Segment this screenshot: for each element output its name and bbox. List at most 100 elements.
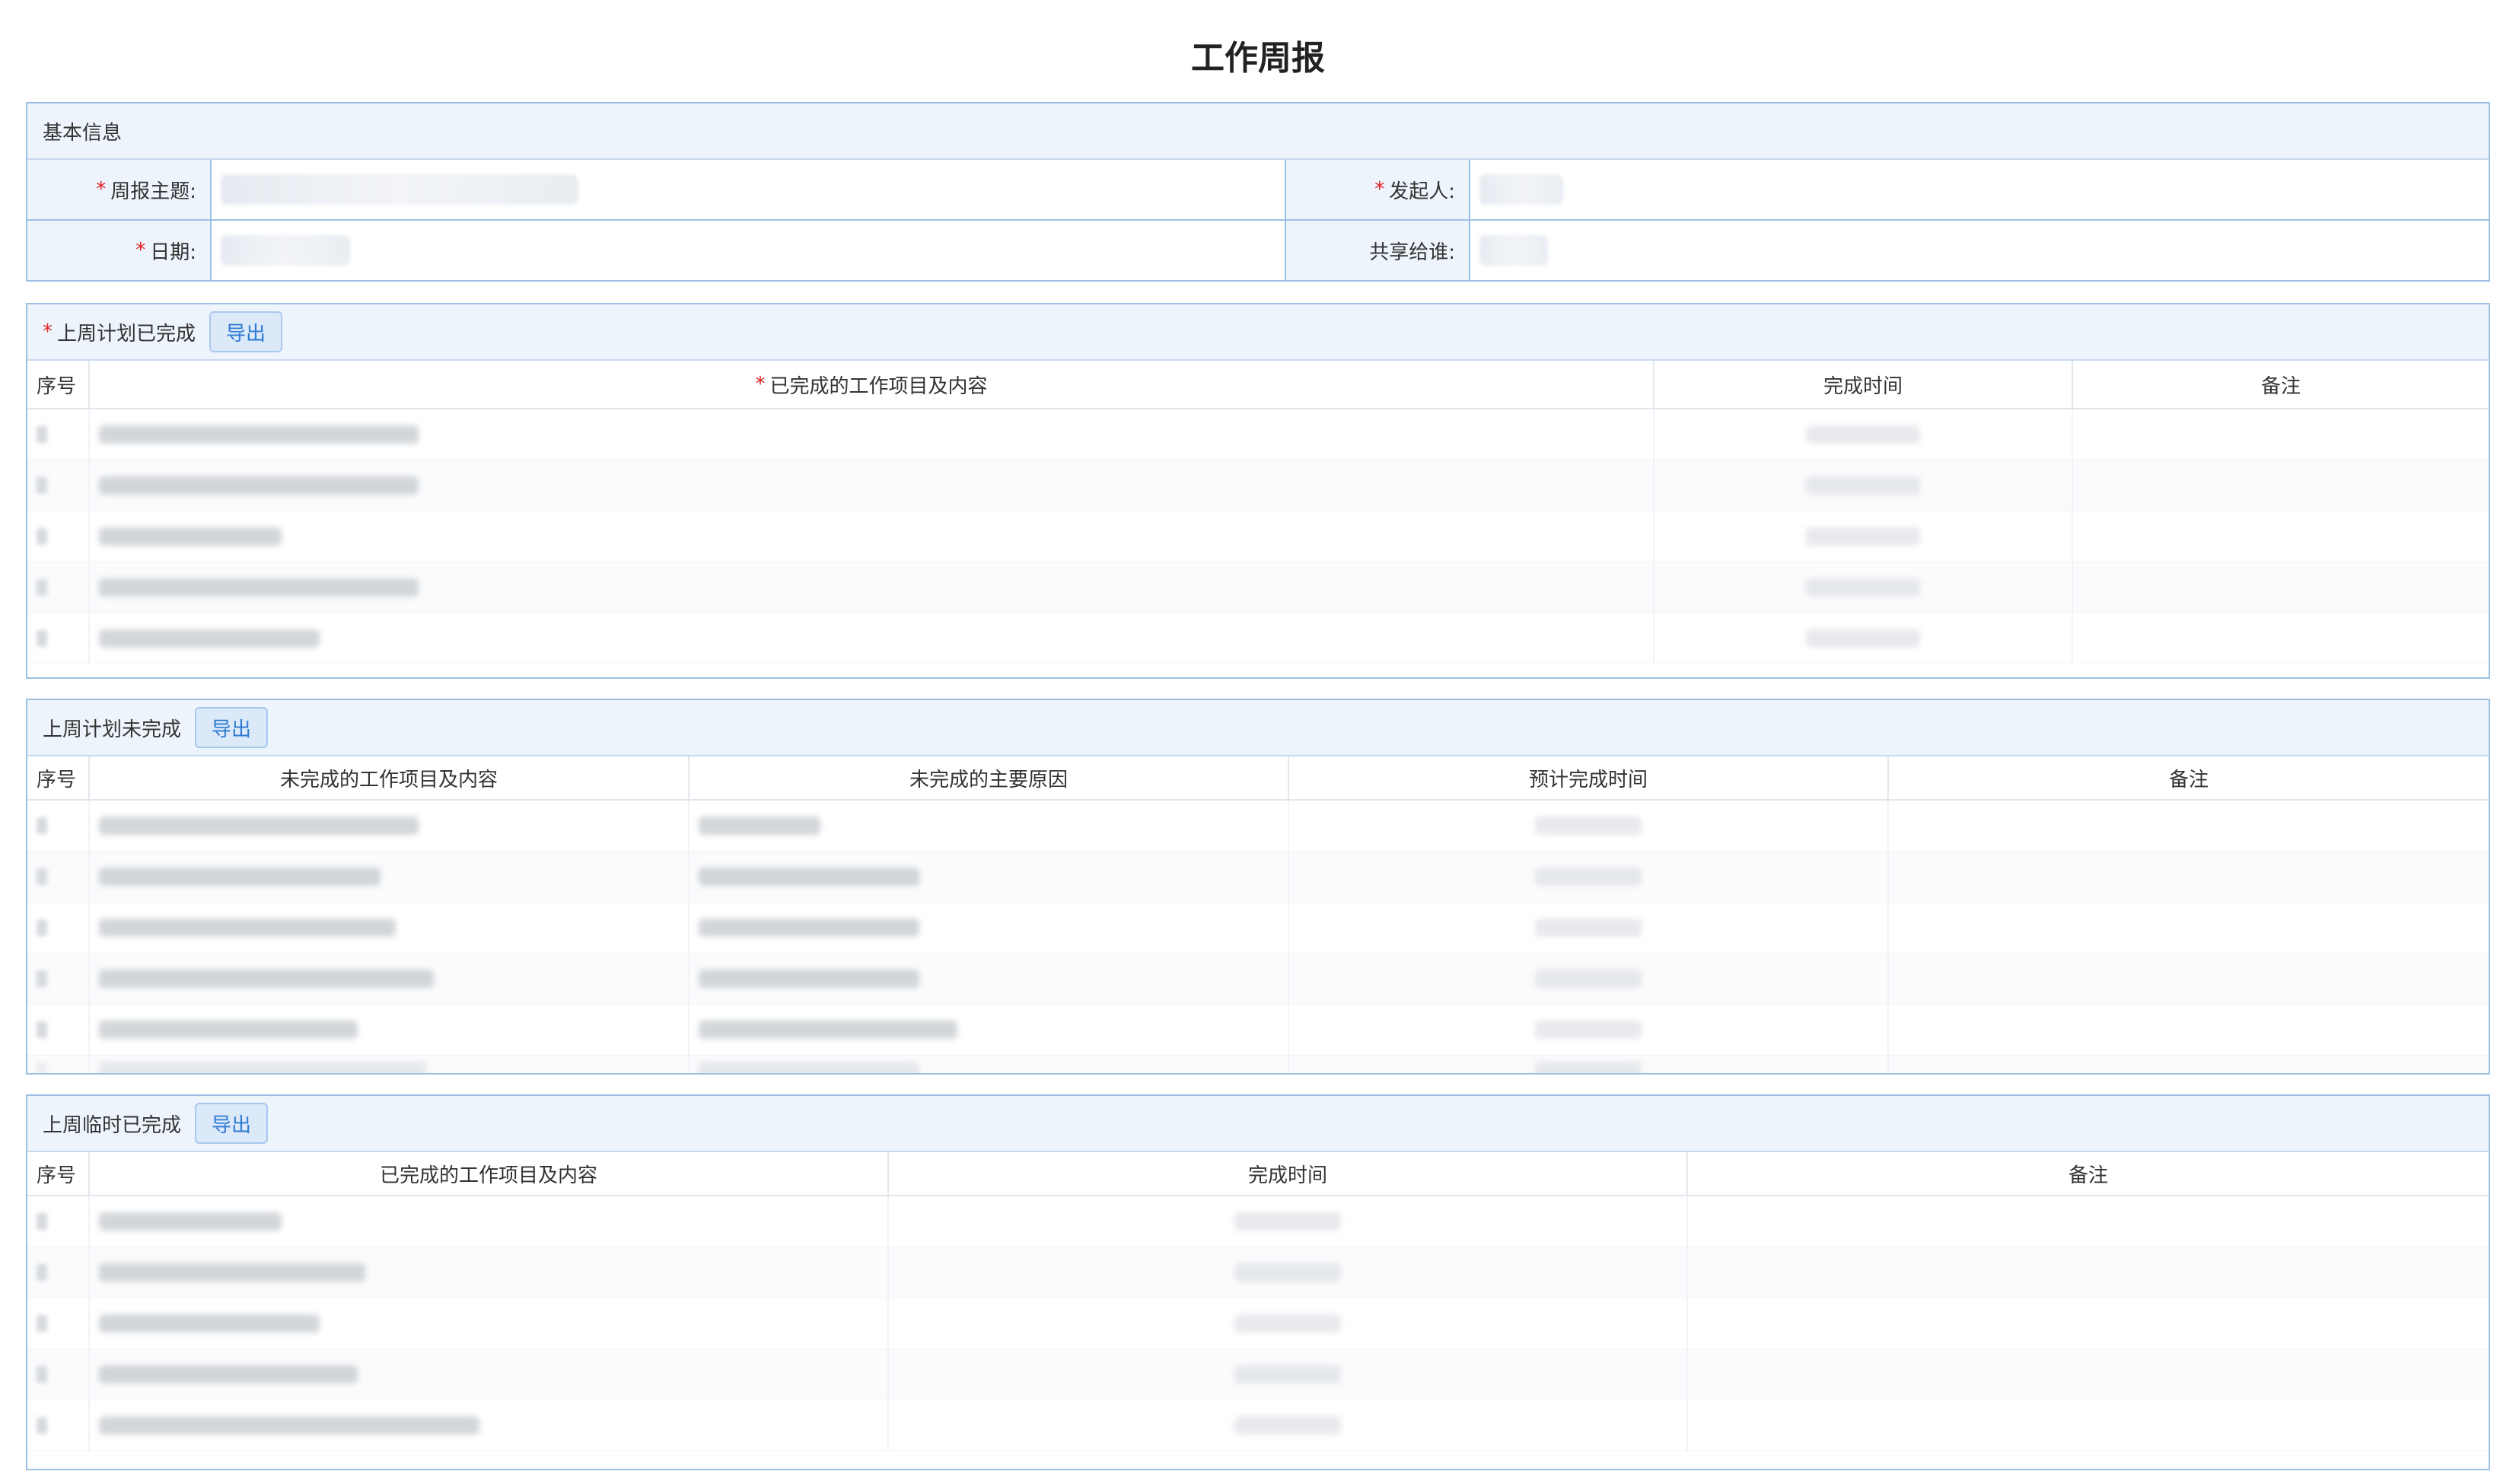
planned-undone-panel: 上周计划未完成 导出 序号 未完成的工作项目及内容 未完成的主要原因 预计完成时… — [26, 699, 2490, 1075]
temp-done-panel: 上周临时已完成 导出 序号 已完成的工作项目及内容 完成时间 备注 — [26, 1094, 2490, 1470]
row-notes — [1688, 1298, 2489, 1349]
col-index: 序号 — [27, 756, 90, 799]
row-content — [90, 1005, 690, 1055]
row-content — [90, 1196, 889, 1247]
table-row — [27, 409, 2489, 460]
row-time — [1655, 613, 2073, 664]
date-label: * 日期: — [27, 221, 212, 280]
row-reason — [690, 1005, 1289, 1055]
col-notes: 备注 — [2260, 374, 2301, 398]
row-notes — [2073, 409, 2489, 460]
row-notes — [1688, 1247, 2489, 1298]
topic-field[interactable] — [212, 160, 1286, 219]
row-time — [1289, 903, 1889, 953]
row-index — [27, 511, 90, 562]
col-index: 序号 — [27, 361, 90, 408]
row-time — [1655, 562, 2073, 613]
date-field[interactable] — [212, 221, 1286, 280]
col-expected-time: 预计完成时间 — [1289, 756, 1889, 799]
col-notes: 备注 — [2068, 1164, 2108, 1187]
row-index — [27, 460, 90, 511]
col-index: 序号 — [27, 1152, 90, 1195]
table-row — [27, 903, 2489, 954]
row-time — [889, 1349, 1688, 1400]
table-header: 序号 未完成的工作项目及内容 未完成的主要原因 预计完成时间 备注 — [27, 756, 2489, 801]
row-content — [90, 1400, 889, 1451]
row-index — [27, 1005, 90, 1055]
row-time — [1655, 409, 2073, 460]
table-row — [27, 460, 2489, 511]
table-row — [27, 562, 2489, 613]
row-notes — [1889, 903, 2489, 953]
row-time — [1289, 1005, 1889, 1055]
row-notes — [1889, 954, 2489, 1004]
row-content — [90, 1298, 889, 1349]
table-row — [27, 1349, 2489, 1400]
row-time — [1289, 852, 1889, 902]
col-undone-reason: 未完成的主要原因 — [690, 756, 1289, 799]
row-reason — [690, 1056, 1289, 1073]
row-index — [27, 409, 90, 460]
info-row-2: * 日期: 共享给谁: — [27, 221, 2489, 280]
row-index — [27, 1349, 90, 1400]
col-completed-items: * 已完成的工作项目及内容 — [90, 361, 1655, 408]
export-button[interactable]: 导出 — [195, 707, 269, 748]
row-notes — [1688, 1196, 2489, 1247]
row-content — [90, 1056, 690, 1073]
table-row — [27, 954, 2489, 1005]
row-content — [90, 613, 1655, 664]
row-time — [1655, 460, 2073, 511]
row-content — [90, 852, 690, 902]
table-row — [27, 1400, 2489, 1451]
basic-info-panel: 基本信息 * 周报主题: * 发起人: * 日期: 共享给谁: — [26, 102, 2490, 282]
row-index — [27, 1056, 90, 1073]
col-completed-items: 已完成的工作项目及内容 — [90, 1152, 889, 1195]
row-notes — [2073, 613, 2489, 664]
required-mark: * — [135, 239, 146, 262]
share-field[interactable] — [1470, 221, 2489, 280]
row-content — [90, 460, 1655, 511]
row-time — [889, 1400, 1688, 1451]
date-value-redacted — [221, 235, 350, 266]
row-content — [90, 1349, 889, 1400]
planned-done-header: * 上周计划已完成 导出 — [27, 304, 2489, 361]
row-index — [27, 1247, 90, 1298]
export-button[interactable]: 导出 — [209, 311, 283, 352]
row-notes — [1889, 801, 2489, 851]
row-index — [27, 1400, 90, 1451]
row-notes — [2073, 562, 2489, 613]
row-time — [889, 1196, 1688, 1247]
row-content — [90, 562, 1655, 613]
row-index — [27, 613, 90, 664]
table-row — [27, 613, 2489, 664]
row-time — [1655, 511, 2073, 562]
row-content — [90, 954, 690, 1004]
col-undone-items: 未完成的工作项目及内容 — [90, 756, 690, 799]
row-content — [90, 1247, 889, 1298]
temp-done-title: 上周临时已完成 — [43, 1113, 182, 1137]
col-completed-time: 完成时间 — [1655, 361, 2073, 408]
table-row — [27, 511, 2489, 562]
table-header: 序号 * 已完成的工作项目及内容 完成时间 备注 — [27, 361, 2489, 409]
share-value-redacted — [1479, 235, 1548, 266]
planned-undone-title: 上周计划未完成 — [43, 718, 182, 741]
row-content — [90, 409, 1655, 460]
row-index — [27, 562, 90, 613]
info-row-1: * 周报主题: * 发起人: — [27, 160, 2489, 221]
row-notes — [1688, 1349, 2489, 1400]
row-index — [27, 954, 90, 1004]
export-button[interactable]: 导出 — [195, 1103, 269, 1144]
topic-value-redacted — [221, 174, 578, 205]
row-notes — [1889, 1056, 2489, 1073]
table-row — [27, 1005, 2489, 1056]
row-index — [27, 852, 90, 902]
row-reason — [690, 801, 1289, 851]
row-notes — [1688, 1400, 2489, 1451]
table-row — [27, 852, 2489, 903]
row-notes — [2073, 511, 2489, 562]
row-reason — [690, 954, 1289, 1004]
col-notes: 备注 — [2168, 768, 2209, 791]
initiator-field[interactable] — [1470, 160, 2489, 219]
row-index — [27, 1298, 90, 1349]
table-row — [27, 1298, 2489, 1349]
